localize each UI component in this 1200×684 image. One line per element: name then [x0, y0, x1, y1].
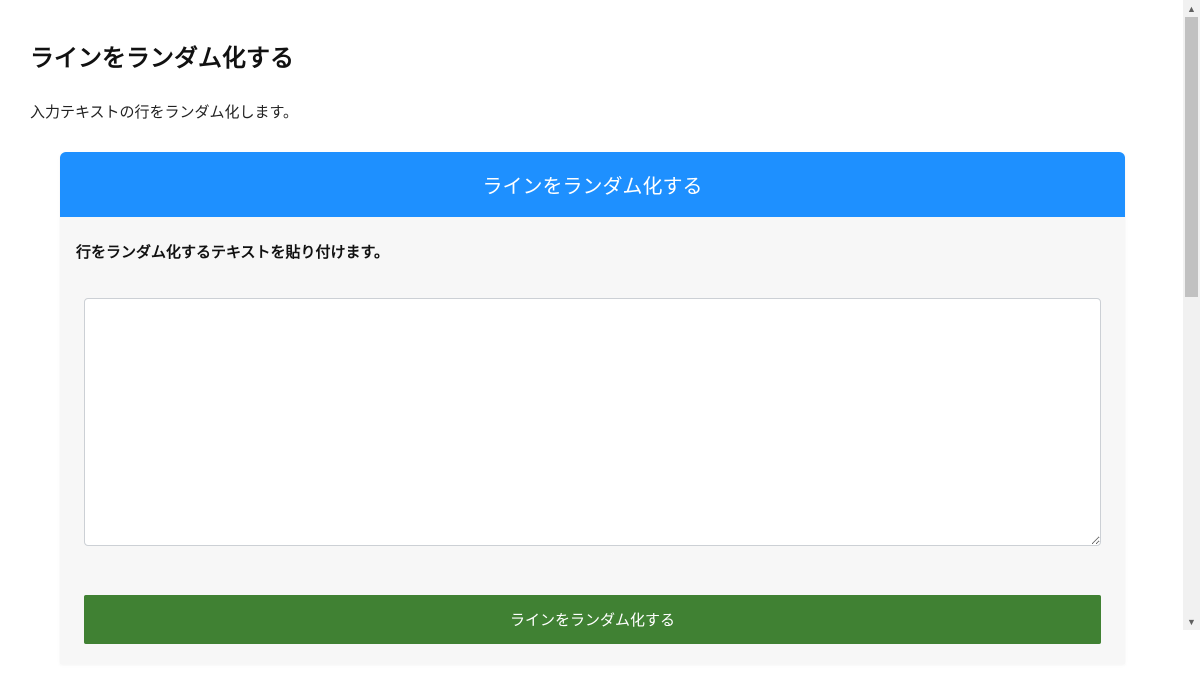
scrollbar-track[interactable]: ▲ ▼: [1183, 0, 1200, 630]
input-label: 行をランダム化するテキストを貼り付けます。: [74, 241, 1111, 262]
page-description: 入力テキストの行をランダム化します。: [30, 101, 1153, 122]
scrollbar-thumb[interactable]: [1185, 17, 1198, 297]
text-input[interactable]: [84, 298, 1101, 546]
textarea-wrapper: [74, 280, 1111, 551]
scrollbar-arrow-down-icon[interactable]: ▼: [1183, 613, 1200, 630]
main-container: ラインをランダム化する 入力テキストの行をランダム化します。 ラインをランダム化…: [0, 0, 1183, 684]
scrollbar-arrow-up-icon[interactable]: ▲: [1183, 0, 1200, 17]
page-title: ラインをランダム化する: [30, 38, 1153, 73]
card-header: ラインをランダム化する: [60, 152, 1125, 217]
button-wrapper: ラインをランダム化する: [74, 551, 1111, 664]
card-body: 行をランダム化するテキストを貼り付けます。 ラインをランダム化する: [60, 217, 1125, 664]
randomize-card: ラインをランダム化する 行をランダム化するテキストを貼り付けます。 ラインをラン…: [60, 152, 1125, 664]
randomize-button[interactable]: ラインをランダム化する: [84, 595, 1101, 644]
